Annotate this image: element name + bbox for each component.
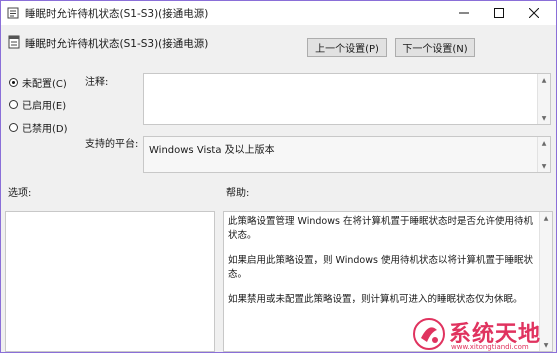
notes-label: 注释: — [85, 77, 109, 88]
radio-enabled[interactable]: 已启用(E) — [9, 97, 66, 112]
window-title: 睡眠时允许待机状态(S1-S3)(接通电源) — [25, 8, 209, 20]
setting-icon — [8, 35, 20, 49]
platform-scrollbar[interactable]: ▲ ▼ — [537, 137, 550, 172]
setting-title: 睡眠时允许待机状态(S1-S3)(接通电源) — [25, 38, 209, 50]
platform-value: Windows Vista 及以上版本 — [149, 145, 275, 156]
help-text: 此策略设置管理 Windows 在将计算机置于睡眠状态时是否允许使用待机状态。 … — [228, 215, 533, 318]
watermark-logo-icon — [413, 318, 445, 350]
maximize-icon — [494, 8, 504, 18]
watermark: 系统天地 www.xitongtiandi.com — [411, 315, 556, 352]
watermark-url: www.xitongtiandi.com — [451, 343, 529, 351]
notes-textarea[interactable]: ▲ ▼ — [143, 73, 551, 125]
radio-button[interactable] — [9, 78, 18, 87]
close-icon — [529, 8, 539, 18]
close-button[interactable] — [511, 1, 556, 25]
platform-field: Windows Vista 及以上版本 ▲ ▼ — [143, 136, 551, 173]
help-paragraph: 如果启用此策略设置，则 Windows 使用待机状态以将计算机置于睡眠状态。 — [228, 255, 533, 280]
platform-label: 支持的平台: — [85, 139, 139, 150]
help-paragraph: 此策略设置管理 Windows 在将计算机置于睡眠状态时是否允许使用待机状态。 — [228, 216, 533, 241]
policy-document-icon — [7, 7, 19, 19]
radio-disabled[interactable]: 已禁用(D) — [9, 120, 68, 135]
previous-setting-button[interactable]: 上一个设置(P) — [307, 38, 387, 57]
help-paragraph: 如果禁用或未配置此策略设置，则计算机可进入的睡眠状态仅为休眠。 — [228, 294, 523, 305]
radio-label: 未配置(C) — [22, 79, 67, 90]
scroll-down-icon[interactable]: ▼ — [538, 112, 550, 124]
next-setting-button[interactable]: 下一个设置(N) — [395, 38, 475, 57]
options-label: 选项: — [8, 188, 32, 199]
radio-label: 已启用(E) — [22, 101, 67, 112]
radio-label: 已禁用(D) — [22, 124, 68, 135]
scroll-down-icon[interactable]: ▼ — [538, 160, 550, 172]
minimize-icon — [459, 12, 469, 14]
radio-button[interactable] — [9, 123, 18, 132]
scroll-up-icon[interactable]: ▲ — [538, 74, 550, 86]
help-label: 帮助: — [226, 188, 250, 199]
options-panel — [5, 211, 215, 352]
scroll-up-icon[interactable]: ▲ — [538, 137, 550, 149]
scroll-up-icon[interactable]: ▲ — [540, 212, 552, 224]
notes-scrollbar[interactable]: ▲ ▼ — [537, 74, 550, 124]
policy-editor-window: 睡眠时允许待机状态(S1-S3)(接通电源) 睡眠时允许待机状态(S1-S3)(… — [0, 0, 557, 353]
radio-not-configured[interactable]: 未配置(C) — [9, 75, 67, 90]
radio-button[interactable] — [9, 100, 18, 109]
title-bar[interactable]: 睡眠时允许待机状态(S1-S3)(接通电源) — [1, 1, 556, 25]
